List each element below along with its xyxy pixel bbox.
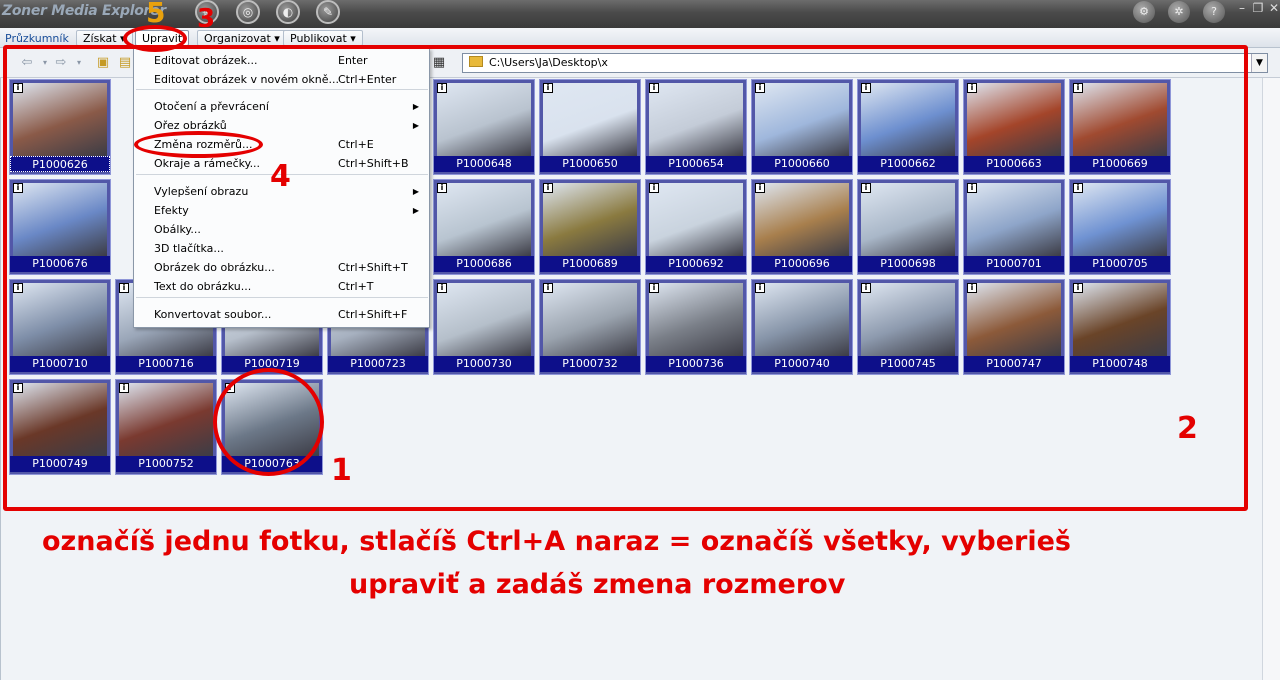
settings-gear-icon[interactable]: ✲	[1168, 1, 1190, 23]
network-icon[interactable]: ⚙	[1133, 1, 1155, 23]
instruction-caption-line2: upraviť a zadáš zmena rozmerov	[349, 569, 846, 600]
minimize-icon[interactable]: –	[1234, 1, 1250, 17]
annotation-circle-edit-menu	[123, 25, 187, 52]
editor-tool-icon[interactable]: ✎	[316, 0, 340, 24]
menu-publish[interactable]: Publikovat ▾	[283, 30, 363, 46]
address-dropdown-icon[interactable]: ▼	[1251, 54, 1267, 72]
tab-explorer[interactable]: Průzkumník	[5, 32, 69, 45]
instruction-caption-line1: označíš jednu fotku, stlačíš Ctrl+A nara…	[42, 526, 1071, 557]
annotation-circle-resize	[134, 131, 263, 158]
annotation-number-2: 2	[1177, 411, 1198, 446]
annotation-number-1: 1	[331, 453, 352, 488]
annotation-number-4: 4	[270, 159, 291, 194]
maximize-icon[interactable]: ❐	[1250, 1, 1266, 17]
browse-tool-icon[interactable]: ◎	[236, 0, 260, 24]
title-bar: Zoner Media Explorer 5 ⎈ ◎ ◐ ✎ ⚙ ✲ ? – ❐…	[0, 0, 1280, 29]
app-title: Zoner Media Explorer	[2, 3, 166, 19]
viewer-tool-icon[interactable]: ◐	[276, 0, 300, 24]
annotation-circle-photo	[213, 368, 324, 476]
vertical-scrollbar[interactable]	[1262, 78, 1280, 680]
annotation-number-3: 3	[197, 4, 216, 34]
annotation-box-grid	[3, 45, 1248, 511]
close-icon[interactable]: ✕	[1266, 1, 1280, 17]
help-icon[interactable]: ?	[1203, 1, 1225, 23]
